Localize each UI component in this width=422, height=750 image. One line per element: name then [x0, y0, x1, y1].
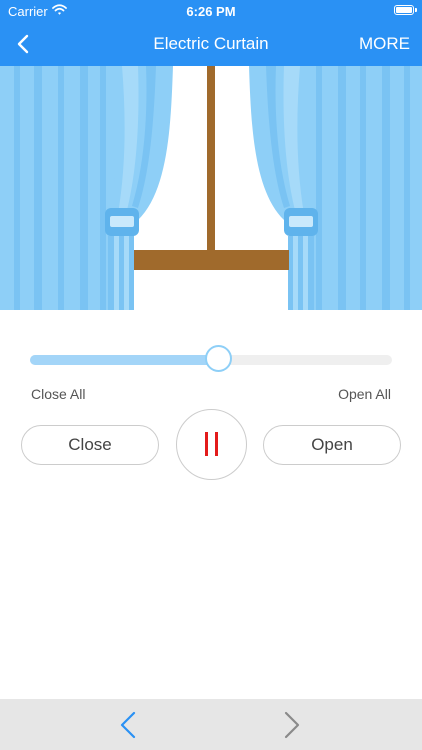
next-icon[interactable]: [276, 709, 308, 741]
pause-button[interactable]: [176, 409, 247, 480]
status-bar: Carrier 6:26 PM: [0, 0, 422, 22]
slider-fill: [30, 355, 219, 365]
pause-icon-bar: [215, 432, 218, 456]
open-button[interactable]: Open: [263, 425, 401, 465]
slider-thumb[interactable]: [205, 345, 233, 372]
battery-icon: [394, 5, 417, 15]
curtain-illustration: [0, 66, 422, 310]
bottom-navigation: [0, 699, 422, 750]
curtain-scene-graphic: [0, 66, 422, 310]
close-all-label: Close All: [31, 386, 86, 402]
previous-icon[interactable]: [112, 709, 144, 741]
pause-icon: [205, 432, 208, 456]
open-all-label: Open All: [338, 386, 391, 402]
close-button[interactable]: Close: [21, 425, 159, 465]
more-button[interactable]: MORE: [359, 34, 410, 54]
curtain-position-slider[interactable]: [30, 345, 392, 372]
navigation-bar: Electric Curtain MORE: [0, 22, 422, 66]
status-time: 6:26 PM: [186, 4, 236, 19]
